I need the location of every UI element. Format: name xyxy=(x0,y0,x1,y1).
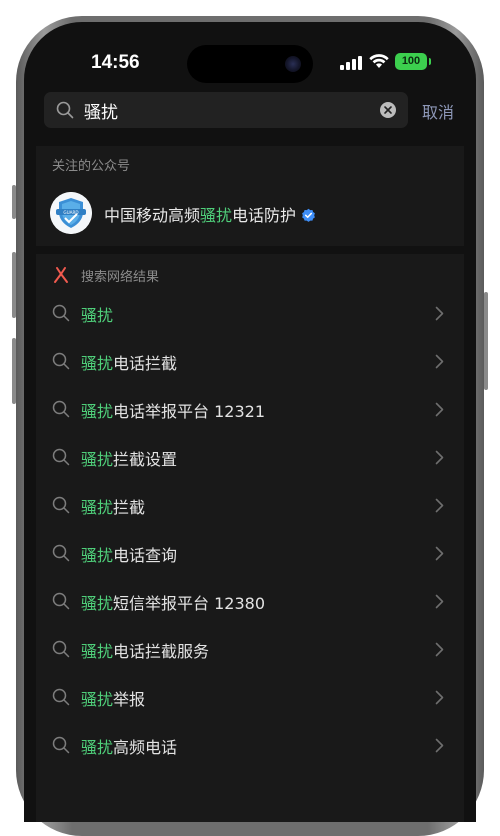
suggestion-rest: 拦截设置 xyxy=(113,450,178,469)
avatar: GUARD xyxy=(50,192,92,234)
power-button xyxy=(484,292,488,390)
account-name-prefix: 中国移动高频 xyxy=(104,206,201,225)
suggestion-highlight: 骚扰 xyxy=(81,450,114,469)
search-bar: 骚扰 取消 xyxy=(24,92,476,140)
search-suggestion-item[interactable]: 骚扰高频电话 xyxy=(36,721,464,769)
suggestion-text: 骚扰 xyxy=(81,302,113,326)
search-input[interactable]: 骚扰 xyxy=(44,92,408,128)
suggestion-highlight: 骚扰 xyxy=(81,402,114,421)
search-suggestion-item[interactable]: 骚扰拦截 xyxy=(36,481,464,529)
search-suggestion-item[interactable]: 骚扰拦截设置 xyxy=(36,433,464,481)
search-query-text[interactable]: 骚扰 xyxy=(84,98,118,123)
chevron-right-icon xyxy=(435,498,444,513)
chevron-right-icon xyxy=(435,306,444,321)
search-icon xyxy=(52,496,70,514)
account-name-highlight: 骚扰 xyxy=(200,206,233,225)
close-icon xyxy=(384,106,392,114)
suggestion-text: 骚扰拦截 xyxy=(81,494,145,518)
screen: 14:56 100 骚扰 取消 关注的公众号 GUARD 中国移动高频骚扰电话防… xyxy=(24,22,476,822)
chevron-right-icon xyxy=(435,642,444,657)
battery-indicator: 100 xyxy=(395,53,431,70)
followed-accounts-header-label: 关注的公众号 xyxy=(52,159,131,174)
search-icon xyxy=(52,592,70,610)
search-icon xyxy=(52,400,70,418)
chevron-right-icon xyxy=(435,738,444,753)
chevron-right-icon xyxy=(435,690,444,705)
suggestion-rest: 电话查询 xyxy=(113,546,178,565)
suggestion-highlight: 骚扰 xyxy=(81,642,114,661)
chevron-right-icon xyxy=(435,354,444,369)
account-name-suffix: 电话防护 xyxy=(232,206,297,225)
search-suggestion-item[interactable]: 骚扰电话拦截服务 xyxy=(36,625,464,673)
volume-up-button xyxy=(12,252,16,318)
cellular-signal-icon xyxy=(340,56,362,70)
search-suggestion-item[interactable]: 骚扰 xyxy=(36,289,464,337)
suggestion-rest: 电话举报平台 12321 xyxy=(113,402,266,421)
search-suggestion-item[interactable]: 骚扰短信举报平台 12380 xyxy=(36,577,464,625)
suggestion-text: 骚扰短信举报平台 12380 xyxy=(81,590,265,614)
suggestion-highlight: 骚扰 xyxy=(81,306,114,325)
status-time: 14:56 xyxy=(91,52,140,73)
suggestion-text: 骚扰电话举报平台 12321 xyxy=(81,398,265,422)
search-icon xyxy=(52,688,70,706)
suggestion-text: 骚扰举报 xyxy=(81,686,145,710)
suggestion-highlight: 骚扰 xyxy=(81,354,114,373)
clear-search-button[interactable] xyxy=(380,102,396,118)
dynamic-island xyxy=(187,45,313,83)
suggestion-text: 骚扰拦截设置 xyxy=(81,446,177,470)
search-suggestion-item[interactable]: 骚扰电话举报平台 12321 xyxy=(36,385,464,433)
suggestion-highlight: 骚扰 xyxy=(81,738,114,757)
suggestion-highlight: 骚扰 xyxy=(81,594,114,613)
suggestion-text: 骚扰电话查询 xyxy=(81,542,177,566)
suggestion-rest: 电话拦截服务 xyxy=(113,642,210,661)
chevron-right-icon xyxy=(435,546,444,561)
search-suggestion-item[interactable]: 骚扰电话拦截 xyxy=(36,337,464,385)
suggestion-text: 骚扰电话拦截 xyxy=(81,350,177,374)
search-icon xyxy=(52,352,70,370)
search-icon xyxy=(52,640,70,658)
search-icon xyxy=(52,304,70,322)
suggestion-highlight: 骚扰 xyxy=(81,690,114,709)
cancel-button[interactable]: 取消 xyxy=(422,99,454,123)
suggestion-rest: 短信举报平台 12380 xyxy=(113,594,266,613)
search-icon xyxy=(52,448,70,466)
search-suggestion-item[interactable]: 骚扰电话查询 xyxy=(36,529,464,577)
search-suggestion-item[interactable]: 骚扰举报 xyxy=(36,673,464,721)
status-bar: 14:56 100 xyxy=(24,22,476,102)
suggestion-text: 骚扰电话拦截服务 xyxy=(81,638,209,662)
suggestion-highlight: 骚扰 xyxy=(81,546,114,565)
web-results-header: 搜索网络结果 xyxy=(36,254,464,294)
chevron-right-icon xyxy=(435,594,444,609)
web-results-section: 搜索网络结果 骚扰 骚扰电话拦截 骚扰电话举报平台 12321 骚扰拦截设置 骚… xyxy=(36,254,464,822)
chevron-right-icon xyxy=(435,450,444,465)
wifi-icon xyxy=(369,54,389,68)
account-name: 中国移动高频骚扰电话防护 xyxy=(104,202,316,226)
chevron-right-icon xyxy=(435,402,444,417)
search-icon xyxy=(52,544,70,562)
suggestion-highlight: 骚扰 xyxy=(81,498,114,517)
followed-accounts-header: 关注的公众号 xyxy=(36,146,464,180)
search-icon xyxy=(56,101,74,119)
followed-account-item[interactable]: GUARD 中国移动高频骚扰电话防护 xyxy=(36,180,464,246)
side-button xyxy=(12,185,16,219)
suggestion-rest: 高频电话 xyxy=(113,738,178,757)
verified-badge-icon xyxy=(302,208,315,222)
suggestion-text: 骚扰高频电话 xyxy=(81,734,177,758)
camera-lens-icon xyxy=(285,56,301,72)
sou-logo-icon xyxy=(54,267,68,283)
suggestion-rest: 电话拦截 xyxy=(113,354,178,373)
suggestion-rest: 举报 xyxy=(113,690,146,709)
shield-icon: GUARD xyxy=(50,192,92,234)
web-results-header-label: 搜索网络结果 xyxy=(81,270,160,285)
search-icon xyxy=(52,736,70,754)
web-results-list: 骚扰 骚扰电话拦截 骚扰电话举报平台 12321 骚扰拦截设置 骚扰拦截 骚扰电… xyxy=(36,289,464,769)
volume-down-button xyxy=(12,338,16,404)
suggestion-rest: 拦截 xyxy=(113,498,146,517)
